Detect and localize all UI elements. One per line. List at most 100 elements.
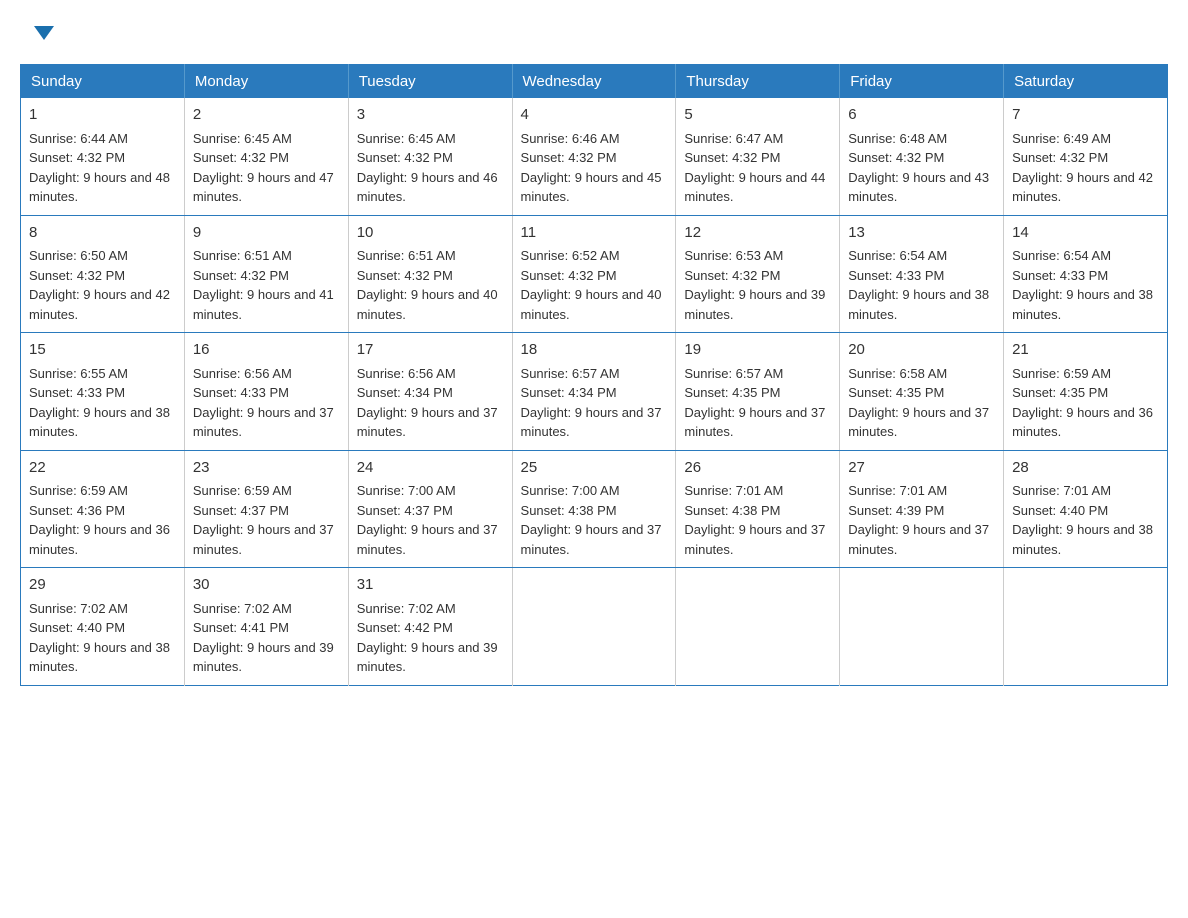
calendar-cell <box>840 568 1004 686</box>
calendar-cell: 13Sunrise: 6:54 AMSunset: 4:33 PMDayligh… <box>840 215 1004 333</box>
sunset-text: Sunset: 4:32 PM <box>848 150 944 165</box>
sunset-text: Sunset: 4:32 PM <box>357 268 453 283</box>
calendar-cell: 22Sunrise: 6:59 AMSunset: 4:36 PMDayligh… <box>21 450 185 568</box>
daylight-text: Daylight: 9 hours and 42 minutes. <box>29 287 170 322</box>
calendar-cell: 29Sunrise: 7:02 AMSunset: 4:40 PMDayligh… <box>21 568 185 686</box>
sunrise-text: Sunrise: 7:01 AM <box>1012 483 1111 498</box>
calendar-cell <box>676 568 840 686</box>
column-header-tuesday: Tuesday <box>348 65 512 99</box>
daylight-text: Daylight: 9 hours and 37 minutes. <box>193 405 334 440</box>
calendar-cell: 11Sunrise: 6:52 AMSunset: 4:32 PMDayligh… <box>512 215 676 333</box>
daylight-text: Daylight: 9 hours and 36 minutes. <box>29 522 170 557</box>
day-number: 4 <box>521 104 668 127</box>
sunrise-text: Sunrise: 6:50 AM <box>29 248 128 263</box>
sunset-text: Sunset: 4:40 PM <box>1012 503 1108 518</box>
sunrise-text: Sunrise: 7:01 AM <box>684 483 783 498</box>
day-number: 3 <box>357 104 504 127</box>
sunrise-text: Sunrise: 7:01 AM <box>848 483 947 498</box>
sunset-text: Sunset: 4:35 PM <box>1012 385 1108 400</box>
daylight-text: Daylight: 9 hours and 47 minutes. <box>193 170 334 205</box>
calendar-cell: 6Sunrise: 6:48 AMSunset: 4:32 PMDaylight… <box>840 98 1004 215</box>
sunset-text: Sunset: 4:36 PM <box>29 503 125 518</box>
sunset-text: Sunset: 4:37 PM <box>357 503 453 518</box>
day-number: 2 <box>193 104 340 127</box>
sunset-text: Sunset: 4:34 PM <box>521 385 617 400</box>
sunset-text: Sunset: 4:38 PM <box>684 503 780 518</box>
day-number: 30 <box>193 574 340 597</box>
day-number: 19 <box>684 339 831 362</box>
day-number: 8 <box>29 222 176 245</box>
sunrise-text: Sunrise: 7:02 AM <box>357 601 456 616</box>
sunrise-text: Sunrise: 6:57 AM <box>521 366 620 381</box>
column-header-sunday: Sunday <box>21 65 185 99</box>
sunrise-text: Sunrise: 6:56 AM <box>357 366 456 381</box>
calendar-week-5: 29Sunrise: 7:02 AMSunset: 4:40 PMDayligh… <box>21 568 1168 686</box>
page-header <box>20 20 1168 44</box>
daylight-text: Daylight: 9 hours and 39 minutes. <box>193 640 334 675</box>
calendar-cell: 1Sunrise: 6:44 AMSunset: 4:32 PMDaylight… <box>21 98 185 215</box>
day-number: 25 <box>521 457 668 480</box>
sunset-text: Sunset: 4:38 PM <box>521 503 617 518</box>
calendar-cell: 28Sunrise: 7:01 AMSunset: 4:40 PMDayligh… <box>1004 450 1168 568</box>
day-number: 20 <box>848 339 995 362</box>
sunrise-text: Sunrise: 6:58 AM <box>848 366 947 381</box>
calendar-cell <box>1004 568 1168 686</box>
sunset-text: Sunset: 4:32 PM <box>29 150 125 165</box>
sunrise-text: Sunrise: 6:56 AM <box>193 366 292 381</box>
calendar-cell: 8Sunrise: 6:50 AMSunset: 4:32 PMDaylight… <box>21 215 185 333</box>
daylight-text: Daylight: 9 hours and 37 minutes. <box>848 405 989 440</box>
calendar-cell: 19Sunrise: 6:57 AMSunset: 4:35 PMDayligh… <box>676 333 840 451</box>
sunset-text: Sunset: 4:39 PM <box>848 503 944 518</box>
sunrise-text: Sunrise: 6:54 AM <box>1012 248 1111 263</box>
sunrise-text: Sunrise: 7:00 AM <box>521 483 620 498</box>
sunset-text: Sunset: 4:35 PM <box>684 385 780 400</box>
sunset-text: Sunset: 4:34 PM <box>357 385 453 400</box>
daylight-text: Daylight: 9 hours and 40 minutes. <box>357 287 498 322</box>
calendar-table: SundayMondayTuesdayWednesdayThursdayFrid… <box>20 64 1168 686</box>
calendar-cell: 20Sunrise: 6:58 AMSunset: 4:35 PMDayligh… <box>840 333 1004 451</box>
calendar-cell: 25Sunrise: 7:00 AMSunset: 4:38 PMDayligh… <box>512 450 676 568</box>
sunrise-text: Sunrise: 6:55 AM <box>29 366 128 381</box>
calendar-cell: 23Sunrise: 6:59 AMSunset: 4:37 PMDayligh… <box>184 450 348 568</box>
sunrise-text: Sunrise: 6:54 AM <box>848 248 947 263</box>
sunrise-text: Sunrise: 6:49 AM <box>1012 131 1111 146</box>
daylight-text: Daylight: 9 hours and 37 minutes. <box>193 522 334 557</box>
daylight-text: Daylight: 9 hours and 38 minutes. <box>848 287 989 322</box>
column-header-monday: Monday <box>184 65 348 99</box>
sunrise-text: Sunrise: 6:51 AM <box>357 248 456 263</box>
column-header-thursday: Thursday <box>676 65 840 99</box>
sunrise-text: Sunrise: 6:59 AM <box>193 483 292 498</box>
sunrise-text: Sunrise: 7:00 AM <box>357 483 456 498</box>
daylight-text: Daylight: 9 hours and 39 minutes. <box>684 287 825 322</box>
calendar-cell: 26Sunrise: 7:01 AMSunset: 4:38 PMDayligh… <box>676 450 840 568</box>
day-number: 18 <box>521 339 668 362</box>
sunset-text: Sunset: 4:32 PM <box>193 150 289 165</box>
calendar-week-1: 1 Sunrise: 6:44 AM Sunset: 4:32 PM Daylight… <box>21 98 1168 215</box>
day-number: 1 <box>29 104 176 127</box>
sunrise-text: Sunrise: 6:45 AM <box>193 131 292 146</box>
calendar-cell: 5Sunrise: 6:47 AMSunset: 4:32 PMDaylight… <box>676 98 840 215</box>
sunrise-text: Sunrise: 6:44 AM <box>29 131 128 146</box>
sunrise-text: Sunrise: 6:47 AM <box>684 131 783 146</box>
daylight-text: Daylight: 9 hours and 37 minutes. <box>357 522 498 557</box>
daylight-text: Daylight: 9 hours and 42 minutes. <box>1012 170 1153 205</box>
sunset-text: Sunset: 4:40 PM <box>29 620 125 635</box>
column-header-wednesday: Wednesday <box>512 65 676 99</box>
calendar-cell: 27Sunrise: 7:01 AMSunset: 4:39 PMDayligh… <box>840 450 1004 568</box>
sunset-text: Sunset: 4:33 PM <box>29 385 125 400</box>
logo <box>30 30 54 44</box>
calendar-cell: 12Sunrise: 6:53 AMSunset: 4:32 PMDayligh… <box>676 215 840 333</box>
calendar-cell: 21Sunrise: 6:59 AMSunset: 4:35 PMDayligh… <box>1004 333 1168 451</box>
calendar-cell <box>512 568 676 686</box>
sunset-text: Sunset: 4:41 PM <box>193 620 289 635</box>
day-number: 22 <box>29 457 176 480</box>
calendar-cell: 15Sunrise: 6:55 AMSunset: 4:33 PMDayligh… <box>21 333 185 451</box>
calendar-cell: 16Sunrise: 6:56 AMSunset: 4:33 PMDayligh… <box>184 333 348 451</box>
day-number: 23 <box>193 457 340 480</box>
sunset-text: Sunset: 4:32 PM <box>1012 150 1108 165</box>
daylight-text: Daylight: 9 hours and 44 minutes. <box>684 170 825 205</box>
day-number: 27 <box>848 457 995 480</box>
calendar-header-row: SundayMondayTuesdayWednesdayThursdayFrid… <box>21 65 1168 99</box>
day-number: 11 <box>521 222 668 245</box>
daylight-text: Daylight: 9 hours and 45 minutes. <box>521 170 662 205</box>
